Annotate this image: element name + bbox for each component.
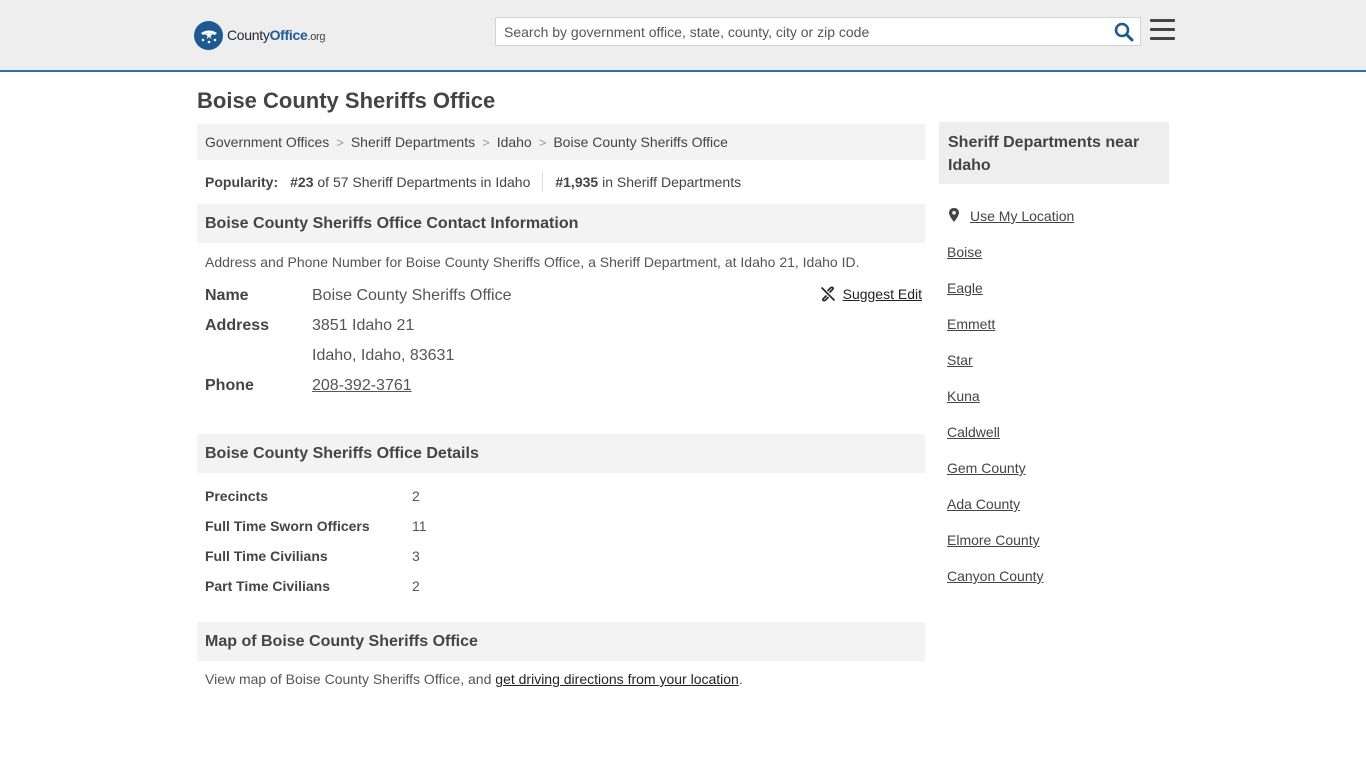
sidebar: Sheriff Departments near Idaho Use My Lo… [939, 122, 1169, 594]
detail-label: Precincts [205, 488, 269, 504]
national-rank-text: in Sheriff Departments [602, 174, 742, 190]
popularity-label: Popularity: [205, 174, 279, 190]
sidebar-item-use-location[interactable]: Use My Location [939, 198, 1169, 234]
details-section-heading: Boise County Sheriffs Office Details [197, 434, 925, 473]
search-icon[interactable] [1114, 22, 1134, 42]
breadcrumb-separator: > [538, 134, 547, 150]
sidebar-item-boise[interactable]: Boise [939, 234, 1169, 270]
details-row: Part Time Civilians 2 [197, 571, 925, 601]
name-value: Boise County Sheriffs Office [312, 287, 512, 304]
detail-value: 2 [412, 488, 420, 504]
logo-text-office: Office [269, 27, 308, 43]
suggest-edit-text[interactable]: Suggest Edit [843, 286, 922, 302]
phone-label: Phone [205, 377, 254, 394]
sidebar-link[interactable]: Canyon County [947, 568, 1044, 584]
sidebar-item-star[interactable]: Star [939, 342, 1169, 378]
contact-intro: Address and Phone Number for Boise Count… [205, 254, 860, 270]
sidebar-link[interactable]: Eagle [947, 280, 983, 296]
contact-address-row-2: Idaho, Idaho, 83631 [197, 341, 925, 371]
sidebar-item-caldwell[interactable]: Caldwell [939, 414, 1169, 450]
detail-value: 3 [412, 548, 420, 564]
logo-text-county: County [227, 27, 270, 43]
breadcrumb-separator: > [482, 134, 490, 150]
sidebar-link[interactable]: Emmett [947, 316, 995, 332]
details-row: Precincts 2 [197, 481, 925, 511]
sidebar-heading: Sheriff Departments near Idaho [939, 122, 1169, 184]
sidebar-link[interactable]: Star [947, 352, 973, 368]
detail-value: 11 [412, 518, 427, 534]
detail-label: Full Time Civilians [205, 548, 328, 564]
logo-text-suffix: .org [307, 31, 326, 43]
page-title: Boise County Sheriffs Office [197, 88, 496, 113]
sidebar-link[interactable]: Elmore County [947, 532, 1040, 548]
site-logo[interactable]: CountyOffice.org [194, 20, 326, 50]
sidebar-item-canyon-county[interactable]: Canyon County [939, 558, 1169, 594]
detail-value: 2 [412, 578, 420, 594]
national-rank: #1,935 in Sheriff Departments [555, 174, 741, 190]
state-rank-text: of 57 Sheriff Departments in Idaho [317, 174, 531, 190]
breadcrumb-idaho[interactable]: Idaho [497, 134, 532, 150]
suggest-edit-link[interactable]: Suggest Edit [820, 286, 922, 302]
sidebar-item-gem-county[interactable]: Gem County [939, 450, 1169, 486]
menu-bar [1150, 28, 1175, 31]
detail-label: Full Time Sworn Officers [205, 518, 370, 534]
main-content: Government Offices > Sheriff Departments… [197, 124, 925, 687]
use-my-location-link[interactable]: Use My Location [970, 208, 1074, 224]
sidebar-link[interactable]: Ada County [947, 496, 1020, 512]
breadcrumb: Government Offices > Sheriff Departments… [197, 124, 925, 160]
sidebar-link[interactable]: Caldwell [947, 424, 1000, 440]
popularity-row: Popularity: #23 of 57 Sheriff Department… [197, 160, 925, 204]
broken-link-icon [820, 286, 835, 302]
sidebar-item-eagle[interactable]: Eagle [939, 270, 1169, 306]
menu-bar [1150, 37, 1175, 40]
breadcrumb-sheriff-departments[interactable]: Sheriff Departments [351, 134, 475, 150]
contact-address-row: Address 3851 Idaho 21 [197, 311, 925, 341]
seal-stars-icon [194, 20, 223, 50]
contact-section-heading: Boise County Sheriffs Office Contact Inf… [197, 204, 925, 243]
national-rank-number: #1,935 [555, 174, 599, 190]
details-row: Full Time Sworn Officers 11 [197, 511, 925, 541]
sidebar-item-ada-county[interactable]: Ada County [939, 486, 1169, 522]
sidebar-item-emmett[interactable]: Emmett [939, 306, 1169, 342]
sidebar-item-kuna[interactable]: Kuna [939, 378, 1169, 414]
state-rank: #23 of 57 Sheriff Departments in Idaho [290, 174, 530, 190]
map-pin-icon [947, 207, 961, 226]
search-box [495, 17, 1141, 46]
contact-name-row: Name Boise County Sheriffs Office Sugges… [197, 281, 925, 311]
sidebar-list: Use My Location Boise Eagle Emmett Star … [939, 184, 1169, 594]
logo-wordmark: CountyOffice.org [227, 27, 326, 43]
sidebar-item-elmore-county[interactable]: Elmore County [939, 522, 1169, 558]
hamburger-menu-icon[interactable] [1150, 19, 1175, 41]
map-text-before: View map of Boise County Sheriffs Office… [205, 671, 496, 687]
map-text: View map of Boise County Sheriffs Office… [197, 661, 925, 687]
address-line-1: 3851 Idaho 21 [312, 317, 415, 334]
breadcrumb-separator: > [336, 134, 344, 150]
name-label: Name [205, 287, 249, 304]
phone-link[interactable]: 208-392-3761 [312, 377, 412, 395]
map-section-heading: Map of Boise County Sheriffs Office [197, 622, 925, 661]
popularity-divider [542, 172, 544, 192]
address-label: Address [205, 317, 270, 334]
breadcrumb-government-offices[interactable]: Government Offices [205, 134, 329, 150]
contact-phone-row: Phone 208-392-3761 [197, 371, 925, 401]
search-input[interactable] [496, 18, 1096, 45]
sidebar-link[interactable]: Boise [947, 244, 982, 260]
breadcrumb-current[interactable]: Boise County Sheriffs Office [553, 134, 728, 150]
detail-label: Part Time Civilians [205, 578, 331, 594]
sidebar-link[interactable]: Gem County [947, 460, 1026, 476]
menu-bar [1150, 19, 1175, 22]
details-row: Full Time Civilians 3 [197, 541, 925, 571]
map-text-after: . [738, 671, 743, 687]
site-header: CountyOffice.org [0, 0, 1366, 72]
state-rank-number: #23 [290, 174, 314, 190]
address-line-2: Idaho, Idaho, 83631 [312, 347, 455, 364]
sidebar-link[interactable]: Kuna [947, 388, 980, 404]
driving-directions-link[interactable]: get driving directions from your locatio… [495, 671, 739, 687]
